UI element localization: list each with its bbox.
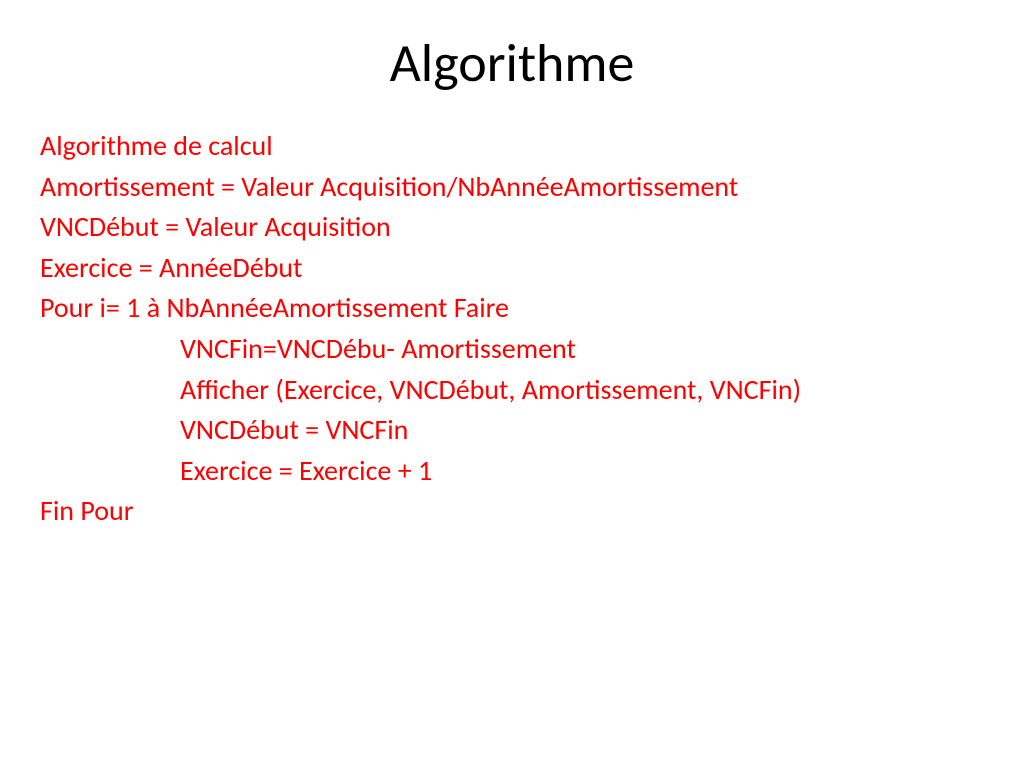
algo-line-1: Algorithme de calcul bbox=[40, 126, 984, 167]
algo-line-4: Exercice = AnnéeDébut bbox=[40, 248, 984, 289]
algo-line-9: Exercice = Exercice + 1 bbox=[40, 451, 984, 492]
slide-container: Algorithme Algorithme de calcul Amortiss… bbox=[0, 0, 1024, 768]
slide-title: Algorithme bbox=[40, 30, 984, 96]
algo-line-10: Fin Pour bbox=[40, 491, 984, 532]
algo-line-3: VNCDébut = Valeur Acquisition bbox=[40, 207, 984, 248]
algo-line-5: Pour i= 1 à NbAnnéeAmortissement Faire bbox=[40, 288, 984, 329]
algo-line-6: VNCFin=VNCDébu- Amortissement bbox=[40, 329, 984, 370]
algo-line-7: Afficher (Exercice, VNCDébut, Amortissem… bbox=[40, 370, 984, 411]
algorithm-body: Algorithme de calcul Amortissement = Val… bbox=[40, 126, 984, 532]
algo-line-8: VNCDébut = VNCFin bbox=[40, 410, 984, 451]
algo-line-2: Amortissement = Valeur Acquisition/NbAnn… bbox=[40, 167, 984, 208]
